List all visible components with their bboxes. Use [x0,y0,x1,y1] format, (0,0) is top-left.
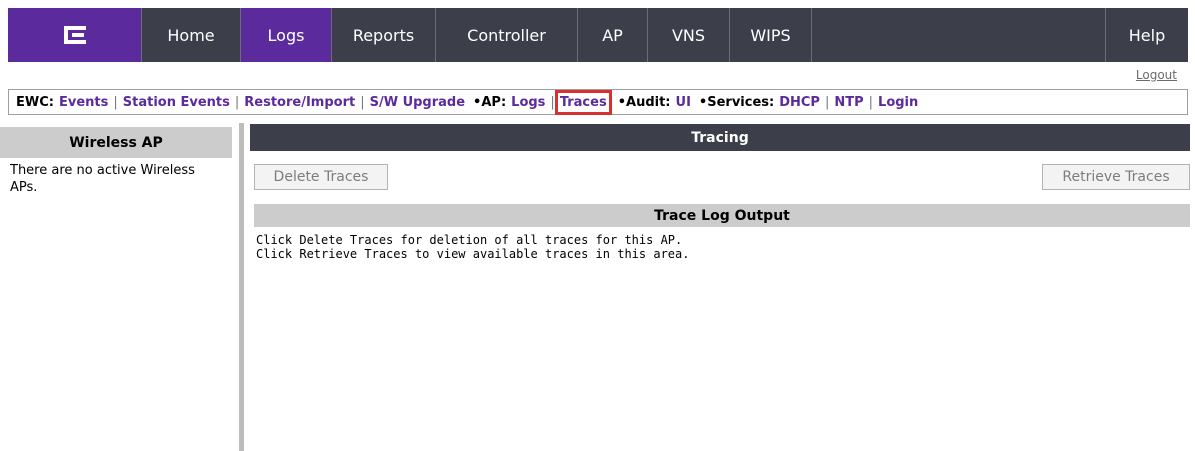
separator: | [824,94,830,110]
separator: | [550,94,555,110]
nav-ap[interactable]: AP [578,8,648,62]
logout-link[interactable]: Logout [1136,68,1177,82]
subnav-restore-import[interactable]: Restore/Import [244,95,355,110]
subnav-ntp[interactable]: NTP [834,95,863,110]
panel-divider[interactable] [239,123,244,451]
delete-traces-button[interactable]: Delete Traces [254,164,388,190]
nav-vns[interactable]: VNS [648,8,730,62]
nav-logs[interactable]: Logs [241,8,332,62]
subnav-ap-logs[interactable]: Logs [511,95,545,110]
output-line-2: Click Retrieve Traces to view available … [256,247,690,261]
audit-label: •Audit: [617,94,671,110]
nav-wips[interactable]: WIPS [730,8,812,62]
subnav-sw-upgrade[interactable]: S/W Upgrade [370,95,465,110]
ewc-label: EWC: [16,94,54,110]
separator: | [113,94,118,110]
no-active-aps-message: There are no active Wireless APs. [10,163,195,195]
subnav-station-events[interactable]: Station Events [123,95,230,110]
wireless-ap-header: Wireless AP [0,127,232,158]
output-line-1: Click Delete Traces for deletion of all … [256,233,683,247]
separator: | [360,94,365,110]
nav-controller[interactable]: Controller [436,8,578,62]
separator: | [868,94,874,110]
subnav-ap-traces[interactable]: Traces [554,89,612,115]
subnav-audit-ui[interactable]: UI [676,95,691,110]
services-label: •Services: [698,94,775,110]
trace-log-output-header: Trace Log Output [254,204,1190,227]
brand-logo-icon[interactable] [8,8,142,62]
subnav-dhcp[interactable]: DHCP [779,95,820,110]
tracing-header: Tracing [250,124,1190,151]
subnav-login[interactable]: Login [878,95,918,110]
top-navigation-bar: Home Logs Reports Controller AP VNS WIPS… [8,8,1188,62]
nav-home[interactable]: Home [142,8,241,62]
nav-spacer [812,8,1106,62]
nav-help[interactable]: Help [1106,8,1188,62]
subnav-events[interactable]: Events [59,95,108,110]
nav-reports[interactable]: Reports [332,8,436,62]
sub-navigation-bar: EWC: Events | Station Events | Restore/Imp… [8,89,1188,115]
retrieve-traces-button[interactable]: Retrieve Traces [1042,164,1190,190]
trace-log-output: Click Delete Traces for deletion of all … [256,233,1186,261]
ap-label: •AP: [473,94,507,110]
separator: | [234,94,240,110]
